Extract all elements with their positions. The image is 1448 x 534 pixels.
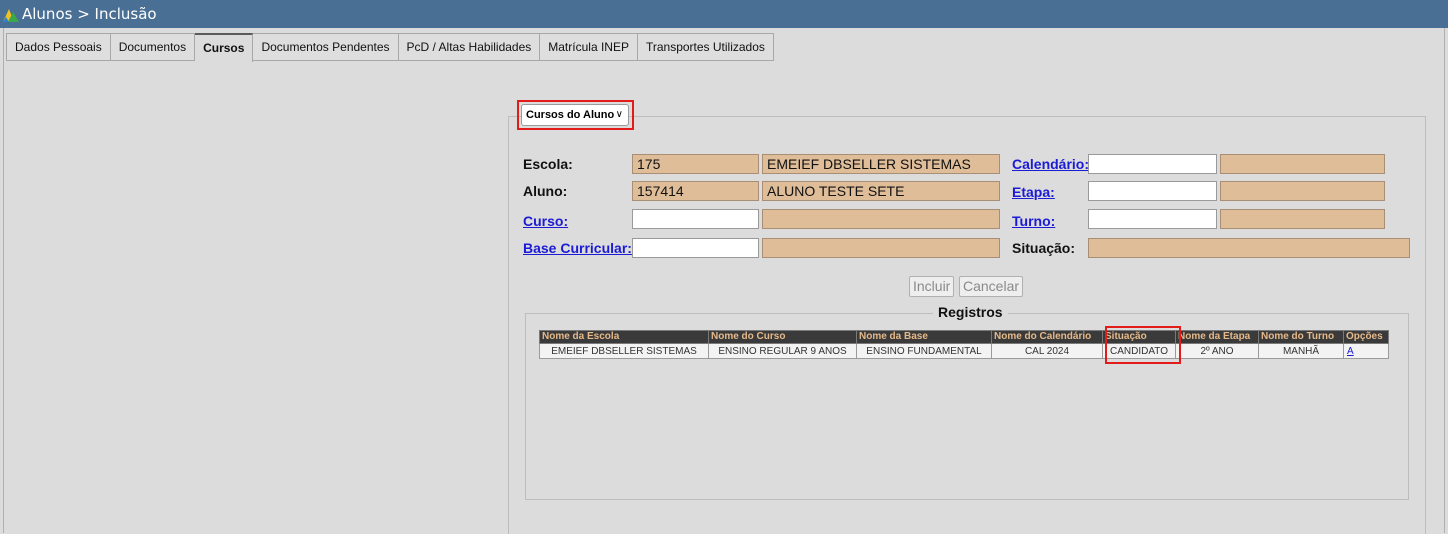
base-curricular-code-input[interactable] [632, 238, 759, 258]
cancelar-button[interactable]: Cancelar [959, 276, 1024, 297]
registros-title: Registros [933, 304, 1008, 320]
tab-documentos[interactable]: Documentos [110, 33, 196, 61]
turno-name-field [1220, 209, 1385, 229]
cell-calendario: CAL 2024 [991, 343, 1103, 359]
tab-matricula-inep[interactable]: Matrícula INEP [540, 33, 638, 61]
tab-bar: Dados Pessoais Documentos Cursos Documen… [6, 33, 774, 62]
window-titlebar: Alunos > Inclusão [0, 0, 1448, 28]
label-aluno: Aluno: [523, 183, 568, 199]
tab-dados-pessoais[interactable]: Dados Pessoais [6, 33, 111, 61]
base-curricular-name-field [762, 238, 1000, 258]
label-situacao: Situação: [1012, 240, 1076, 256]
cell-turno: MANHÃ [1258, 343, 1344, 359]
registros-table: Nome da Escola Nome do Curso Nome da Bas… [539, 330, 1389, 359]
col-nome-da-escola: Nome da Escola [539, 330, 709, 344]
col-nome-do-curso: Nome do Curso [708, 330, 857, 344]
cell-curso: ENSINO REGULAR 9 ANOS [708, 343, 857, 359]
window-title: Alunos > Inclusão [22, 5, 157, 23]
link-base-curricular[interactable]: Base Curricular: [523, 240, 632, 256]
col-nome-do-turno: Nome do Turno [1258, 330, 1344, 344]
link-calendario[interactable]: Calendário: [1012, 156, 1089, 172]
turno-code-input[interactable] [1088, 209, 1217, 229]
table-row: EMEIEF DBSELLER SISTEMAS ENSINO REGULAR … [539, 343, 1389, 359]
tab-documentos-pendentes[interactable]: Documentos Pendentes [253, 33, 399, 61]
highlight-box-situacao [1105, 326, 1181, 364]
curso-name-field [762, 209, 1000, 229]
label-escola: Escola: [523, 156, 573, 172]
link-etapa[interactable]: Etapa: [1012, 184, 1055, 200]
cell-opcoes: A [1343, 343, 1389, 359]
escola-name-field: EMEIEF DBSELLER SISTEMAS [762, 154, 1000, 174]
table-header-row: Nome da Escola Nome do Curso Nome da Bas… [539, 330, 1389, 344]
escola-code-field: 175 [632, 154, 759, 174]
highlight-box-select [517, 100, 634, 130]
situacao-field [1088, 238, 1410, 258]
etapa-name-field [1220, 181, 1385, 201]
cell-base: ENSINO FUNDAMENTAL [856, 343, 992, 359]
etapa-code-input[interactable] [1088, 181, 1217, 201]
aluno-code-field: 157414 [632, 181, 759, 201]
cell-escola: EMEIEF DBSELLER SISTEMAS [539, 343, 709, 359]
calendario-name-field [1220, 154, 1385, 174]
link-curso[interactable]: Curso: [523, 213, 568, 229]
incluir-button[interactable]: Incluir [909, 276, 955, 297]
link-turno[interactable]: Turno: [1012, 213, 1055, 229]
col-nome-da-base: Nome da Base [856, 330, 992, 344]
curso-code-input[interactable] [632, 209, 759, 229]
cell-etapa: 2º ANO [1175, 343, 1259, 359]
col-nome-da-etapa: Nome da Etapa [1175, 330, 1259, 344]
tab-cursos[interactable]: Cursos [195, 33, 254, 62]
col-nome-do-calendario: Nome do Calendário [991, 330, 1103, 344]
col-opcoes: Opções [1343, 330, 1389, 344]
calendario-code-input[interactable] [1088, 154, 1217, 174]
app-logo-icon [3, 9, 19, 22]
tab-transportes-utilizados[interactable]: Transportes Utilizados [637, 33, 774, 61]
option-a-link[interactable]: A [1347, 346, 1354, 357]
tab-pcd-altas-habilidades[interactable]: PcD / Altas Habilidades [398, 33, 541, 61]
aluno-name-field: ALUNO TESTE SETE [762, 181, 1000, 201]
